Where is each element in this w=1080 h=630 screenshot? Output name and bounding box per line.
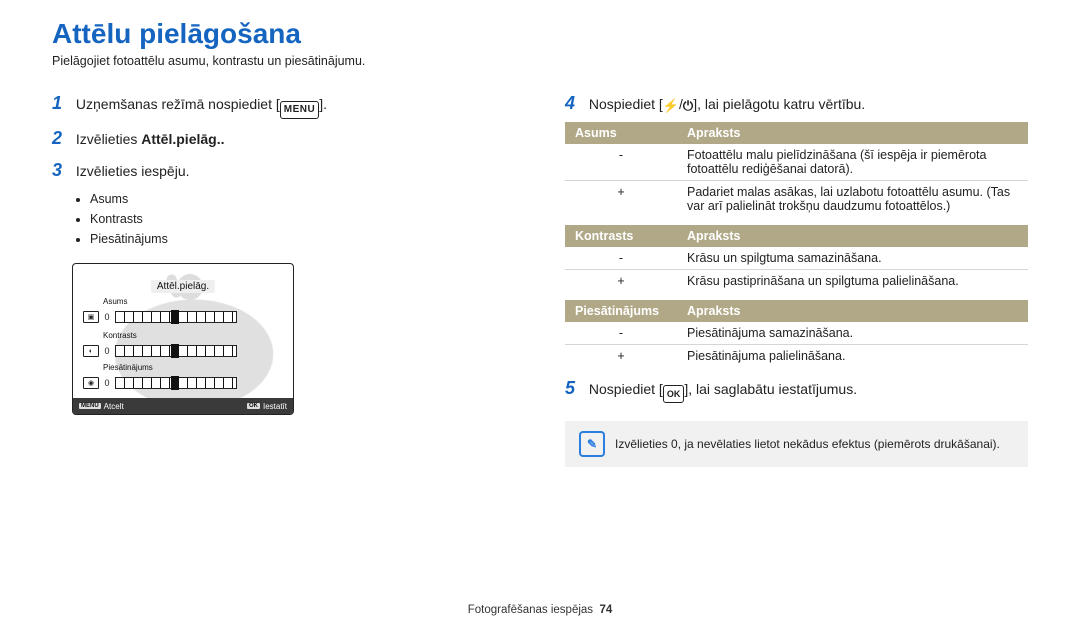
note-icon: ✎ [579, 431, 605, 457]
right-column: 4 Nospiediet [⚡/⏻], lai pielāgotu katru … [565, 90, 1028, 467]
contrast-icon: ◐ [83, 345, 99, 357]
footer-section: Fotografēšanas iespējas [468, 604, 593, 616]
td-sign: - [565, 247, 677, 270]
slider-thumb [171, 376, 179, 390]
bullet-item: Asums [90, 189, 515, 209]
th: Apraksts [677, 122, 1028, 144]
td-sign: - [565, 144, 677, 181]
step-number: 4 [565, 90, 585, 116]
note-box: ✎ Izvēlieties 0, ja nevēlaties lietot ne… [565, 421, 1028, 467]
slider-piesatinajums: Piesātinājums ◉ 0 [83, 374, 237, 392]
slider-label: Kontrasts [103, 331, 137, 340]
step-text-tail: ]. [319, 96, 327, 112]
table-piesatinajums: PiesātinājumsApraksts -Piesātinājuma sam… [565, 300, 1028, 367]
footer-page: 74 [599, 604, 612, 616]
step-number: 3 [52, 157, 72, 183]
td-desc: Krāsu pastiprināšana un spilgtuma paliel… [677, 270, 1028, 293]
footer-cancel: Atcelt [104, 402, 124, 411]
ok-chip-icon: OK [247, 403, 260, 409]
step-text: Nospiediet [ [589, 96, 663, 112]
camera-footer: MENUAtcelt OKIestatīt [73, 398, 293, 414]
menu-icon: MENU [280, 101, 319, 119]
camera-title: Attēl.pielāg. [151, 280, 215, 293]
slider-thumb [171, 310, 179, 324]
slider-value: 0 [103, 378, 111, 388]
td-desc: Padariet malas asākas, lai uzlabotu foto… [677, 181, 1028, 218]
td-desc: Piesātinājuma samazināšana. [677, 322, 1028, 345]
step-2: 2 Izvēlieties Attēl.pielāg.. [52, 125, 515, 151]
th: Apraksts [677, 225, 1028, 247]
td-desc: Krāsu un spilgtuma samazināšana. [677, 247, 1028, 270]
step-number: 5 [565, 375, 585, 401]
ok-icon: OK [663, 385, 685, 403]
slider-value: 0 [103, 312, 111, 322]
th: Piesātinājums [565, 300, 677, 322]
slider-label: Asums [103, 297, 127, 306]
step-text: Nospiediet [ [589, 381, 663, 397]
td-sign: - [565, 322, 677, 345]
footer-set: Iestatīt [263, 402, 287, 411]
slider-track [115, 345, 237, 357]
slider-thumb [171, 344, 179, 358]
step-4: 4 Nospiediet [⚡/⏻], lai pielāgotu katru … [565, 90, 1028, 116]
note-text: Izvēlieties 0, ja nevēlaties lietot nekā… [615, 437, 1000, 451]
td-sign: + [565, 181, 677, 218]
step-text-tail: ], lai pielāgotu katru vērtību. [693, 96, 865, 112]
step-number: 2 [52, 125, 72, 151]
step-3: 3 Izvēlieties iespēju. [52, 157, 515, 183]
td-desc: Fotoattēlu malu pielīdzināšana (šī iespē… [677, 144, 1028, 181]
bullet-item: Kontrasts [90, 209, 515, 229]
step-1: 1 Uzņemšanas režīmā nospiediet [MENU]. [52, 90, 515, 119]
td-desc: Piesātinājuma palielināšana. [677, 345, 1028, 368]
step-number: 1 [52, 90, 72, 116]
page-footer: Fotografēšanas iespējas 74 [0, 604, 1080, 616]
slider-track [115, 311, 237, 323]
step-text: Uzņemšanas režīmā nospiediet [ [76, 96, 280, 112]
flash-icon: ⚡ [663, 98, 679, 113]
left-column: 1 Uzņemšanas režīmā nospiediet [MENU]. 2… [52, 90, 515, 467]
step-text: Izvēlieties [76, 131, 141, 147]
step-text: Izvēlieties iespēju. [76, 163, 190, 179]
option-bullets: Asums Kontrasts Piesātinājums [90, 189, 515, 249]
th: Asums [565, 122, 677, 144]
table-asums: AsumsApraksts -Fotoattēlu malu pielīdzin… [565, 122, 1028, 217]
slider-kontrasts: Kontrasts ◐ 0 [83, 342, 237, 360]
menu-chip-icon: MENU [79, 403, 101, 409]
slider-asums: Asums ▣ 0 [83, 308, 237, 326]
td-sign: + [565, 270, 677, 293]
page-title: Attēlu pielāgošana [52, 18, 1028, 50]
camera-preview: Attēl.pielāg. Asums ▣ 0 Kontrasts ◐ 0 Pi… [72, 263, 294, 415]
th: Kontrasts [565, 225, 677, 247]
slider-label: Piesātinājums [103, 363, 153, 372]
saturation-icon: ◉ [83, 377, 99, 389]
page-subtitle: Pielāgojiet fotoattēlu asumu, kontrastu … [52, 54, 1028, 68]
table-kontrasts: KontrastsApraksts -Krāsu un spilgtuma sa… [565, 225, 1028, 292]
td-sign: + [565, 345, 677, 368]
slider-track [115, 377, 237, 389]
th: Apraksts [677, 300, 1028, 322]
bullet-item: Piesātinājums [90, 229, 515, 249]
slider-value: 0 [103, 346, 111, 356]
step-text-tail: ], lai saglabātu iestatījumus. [684, 381, 857, 397]
sharpness-icon: ▣ [83, 311, 99, 323]
step-bold: Attēl.pielāg.. [141, 131, 224, 147]
step-5: 5 Nospiediet [OK], lai saglabātu iestatī… [565, 375, 1028, 403]
timer-icon: ⏻ [683, 98, 693, 113]
